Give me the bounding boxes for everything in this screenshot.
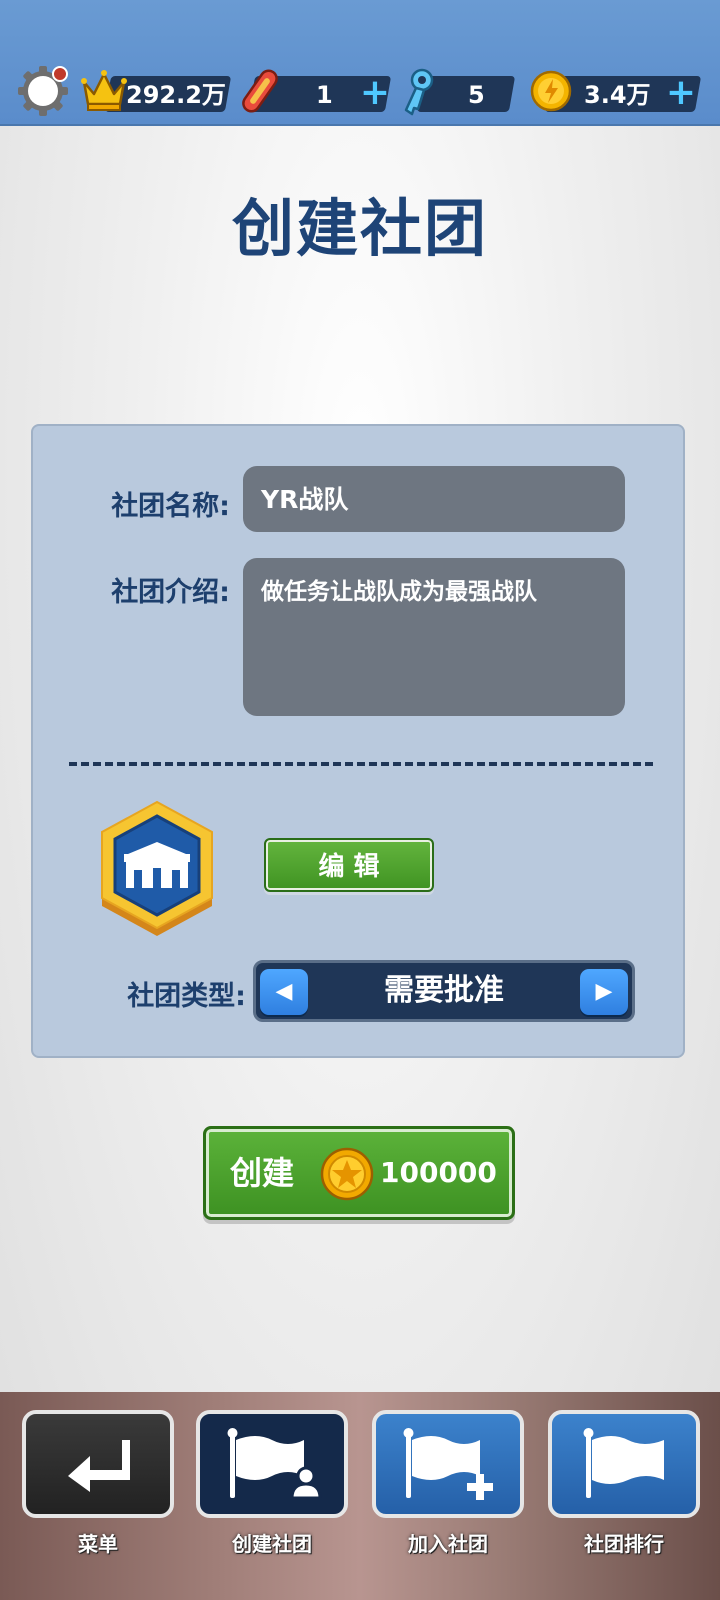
- divider: [69, 762, 653, 766]
- flag-plus-icon: [403, 1428, 493, 1500]
- nav-menu-button[interactable]: [22, 1410, 174, 1518]
- coin-icon: [530, 70, 572, 112]
- club-type-selector: ◀ 需要批准 ▶: [253, 960, 635, 1022]
- crown-icon: [81, 70, 127, 111]
- prev-type-button[interactable]: ◀: [260, 969, 308, 1015]
- nav-create-club-label: 创建社团: [232, 1532, 312, 1556]
- key-icon: [404, 68, 434, 116]
- club-name-label: 社团名称:: [111, 491, 230, 522]
- ticket-value: 1: [316, 81, 333, 109]
- next-type-button[interactable]: ▶: [580, 969, 628, 1015]
- nav-join-club-label: 加入社团: [408, 1532, 488, 1556]
- page-title: 创建社团: [231, 192, 488, 265]
- nav-club-ranking-button[interactable]: [548, 1410, 700, 1518]
- flag-icon: [583, 1428, 664, 1498]
- hoverboard-icon: [242, 69, 278, 113]
- nav-join-club-button[interactable]: [372, 1410, 524, 1518]
- club-type-value: 需要批准: [384, 973, 504, 1008]
- nav-menu-label: 菜单: [78, 1532, 118, 1556]
- key-value: 5: [468, 81, 485, 109]
- club-emblem-icon: [101, 800, 213, 936]
- flag-person-icon: [227, 1428, 322, 1500]
- nav-club-ranking-label: 社团排行: [584, 1532, 664, 1556]
- create-club-button[interactable]: 创建 100000: [203, 1126, 515, 1220]
- nav-create-club-button[interactable]: [196, 1410, 348, 1518]
- settings-gear-icon[interactable]: [16, 64, 70, 118]
- club-name-input[interactable]: YR战队: [243, 466, 625, 532]
- club-intro-textarea[interactable]: 做任务让战队成为最强战队: [243, 558, 625, 716]
- return-arrow-icon: [68, 1440, 130, 1492]
- add-coin-button[interactable]: +: [664, 74, 698, 112]
- star-coin-icon: [320, 1147, 374, 1201]
- coin-value: 3.4万: [584, 81, 651, 109]
- create-button-label: 创建: [230, 1154, 295, 1192]
- crown-value: 292.2万: [126, 81, 226, 109]
- add-ticket-button[interactable]: +: [358, 74, 392, 112]
- bottom-nav: 菜单 创建社团 加入社团 社团排行: [0, 1392, 720, 1600]
- club-type-label: 社团类型:: [127, 981, 246, 1012]
- edit-emblem-button[interactable]: 编 辑: [264, 838, 434, 892]
- create-cost-value: 100000: [380, 1156, 497, 1189]
- club-intro-label: 社团介绍:: [111, 577, 230, 608]
